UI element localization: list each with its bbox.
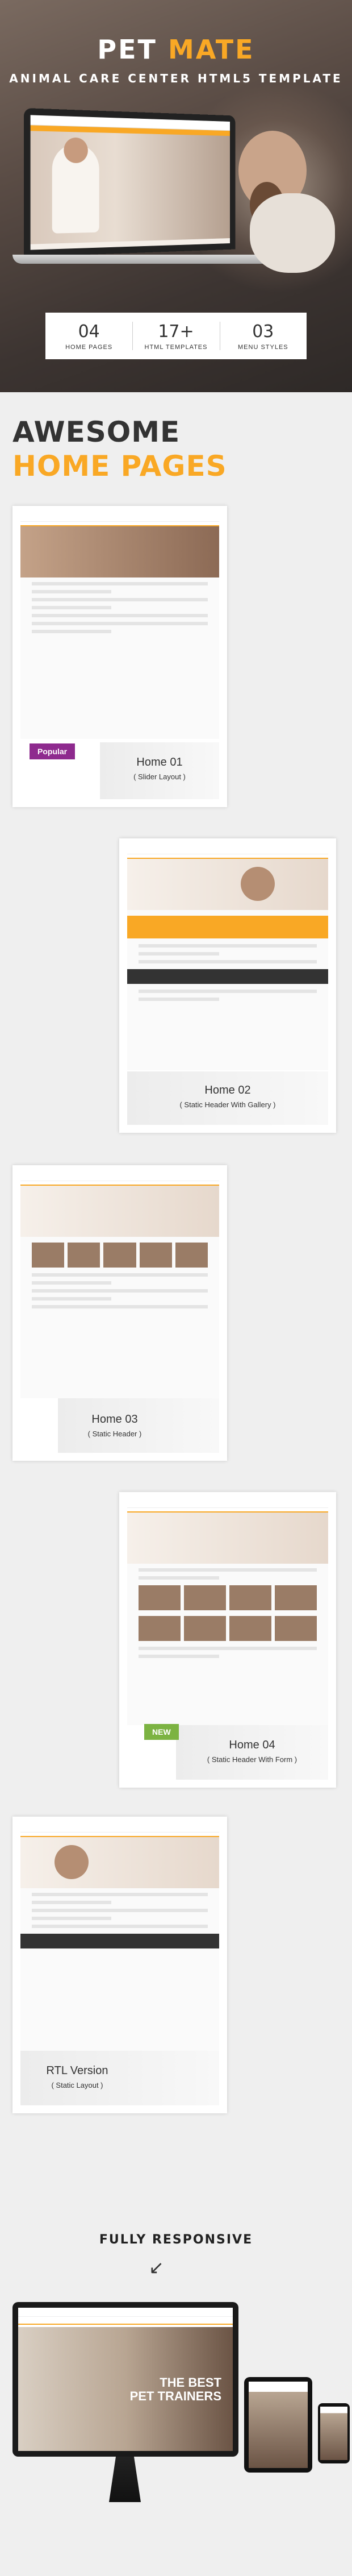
- screen-headline: THE BEST PET TRAINERS: [129, 2375, 221, 2403]
- home-01-preview: [20, 514, 219, 739]
- woman-with-dog-photo: [216, 125, 335, 273]
- home-02-caption: Home 02 ( Static Header With Gallery ): [127, 1084, 328, 1109]
- card-subtitle: ( Slider Layout ): [133, 772, 186, 781]
- hero-title: PET MATE: [0, 34, 352, 65]
- card-subtitle: ( Static Header With Form ): [207, 1755, 297, 1764]
- desktop-screen: THE BEST PET TRAINERS: [18, 2308, 233, 2451]
- card-title: RTL Version: [46, 2064, 108, 2077]
- tablet-mockup: [244, 2377, 312, 2473]
- card-subtitle: ( Static Header ): [87, 1430, 142, 1438]
- rtl-version-caption: RTL Version ( Static Layout ): [20, 2064, 134, 2089]
- desktop-monitor-mockup: THE BEST PET TRAINERS: [12, 2302, 238, 2457]
- card-subtitle: ( Static Layout ): [51, 2081, 103, 2089]
- home-01-card[interactable]: Home 01 ( Slider Layout ) Popular: [12, 506, 227, 807]
- popular-badge: Popular: [30, 743, 76, 759]
- laptop-screen-content: [30, 115, 231, 250]
- home-01-caption: Home 01 ( Slider Layout ): [100, 756, 219, 781]
- stat-label: HTML TEMPLATES: [144, 343, 208, 351]
- stat-number: 17+: [158, 321, 194, 342]
- monitor-stand: [109, 2457, 141, 2502]
- laptop-screen: [24, 108, 236, 257]
- card-title: Home 02: [204, 1084, 251, 1096]
- hero-banner: PET MATE ANIMAL CARE CENTER HTML5 TEMPLA…: [0, 0, 352, 392]
- home-02-preview: [127, 846, 328, 1070]
- card-subtitle: ( Static Header With Gallery ): [179, 1100, 276, 1109]
- hero-title-accent: MATE: [167, 34, 255, 65]
- section-heading: AWESOME HOME PAGES: [12, 415, 227, 483]
- heading-line-1: AWESOME: [12, 416, 181, 448]
- stat-label: HOME PAGES: [65, 343, 113, 351]
- heading-line-2: HOME PAGES: [12, 450, 227, 483]
- phone-mockup: [318, 2403, 350, 2463]
- hero-subtitle: ANIMAL CARE CENTER HTML5 TEMPLATE: [9, 72, 343, 85]
- stat-number: 03: [252, 321, 274, 342]
- home-03-preview: [20, 1173, 219, 1398]
- home-03-card[interactable]: Home 03 ( Static Header ): [12, 1165, 227, 1461]
- stat-number: 04: [78, 321, 100, 342]
- stats-box: 04 HOME PAGES 17+ HTML TEMPLATES 03 MENU…: [45, 313, 307, 359]
- stat-label: MENU STYLES: [238, 343, 288, 351]
- card-title: Home 01: [136, 756, 183, 768]
- stat-home-pages: 04 HOME PAGES: [45, 313, 132, 359]
- home-04-caption: Home 04 ( Static Header With Form ): [176, 1739, 328, 1764]
- home-02-card[interactable]: Home 02 ( Static Header With Gallery ): [119, 838, 336, 1133]
- card-title: Home 04: [229, 1739, 275, 1751]
- responsive-title: FULLY RESPONSIVE: [99, 2233, 253, 2247]
- stat-html-templates: 17+ HTML TEMPLATES: [132, 313, 219, 359]
- arrow-down-left-icon: ↙: [149, 2257, 164, 2278]
- home-04-preview: [127, 1500, 328, 1725]
- rtl-version-preview: [20, 1825, 219, 2051]
- new-badge: NEW: [144, 1724, 179, 1740]
- home-03-caption: Home 03 ( Static Header ): [58, 1413, 171, 1438]
- hero-title-main: PET: [97, 34, 157, 65]
- page: PET MATE ANIMAL CARE CENTER HTML5 TEMPLA…: [0, 0, 352, 2576]
- stat-menu-styles: 03 MENU STYLES: [219, 313, 307, 359]
- rtl-version-card[interactable]: RTL Version ( Static Layout ): [12, 1817, 227, 2113]
- home-04-card[interactable]: Home 04 ( Static Header With Form ) NEW: [119, 1492, 336, 1788]
- card-title: Home 03: [91, 1413, 138, 1426]
